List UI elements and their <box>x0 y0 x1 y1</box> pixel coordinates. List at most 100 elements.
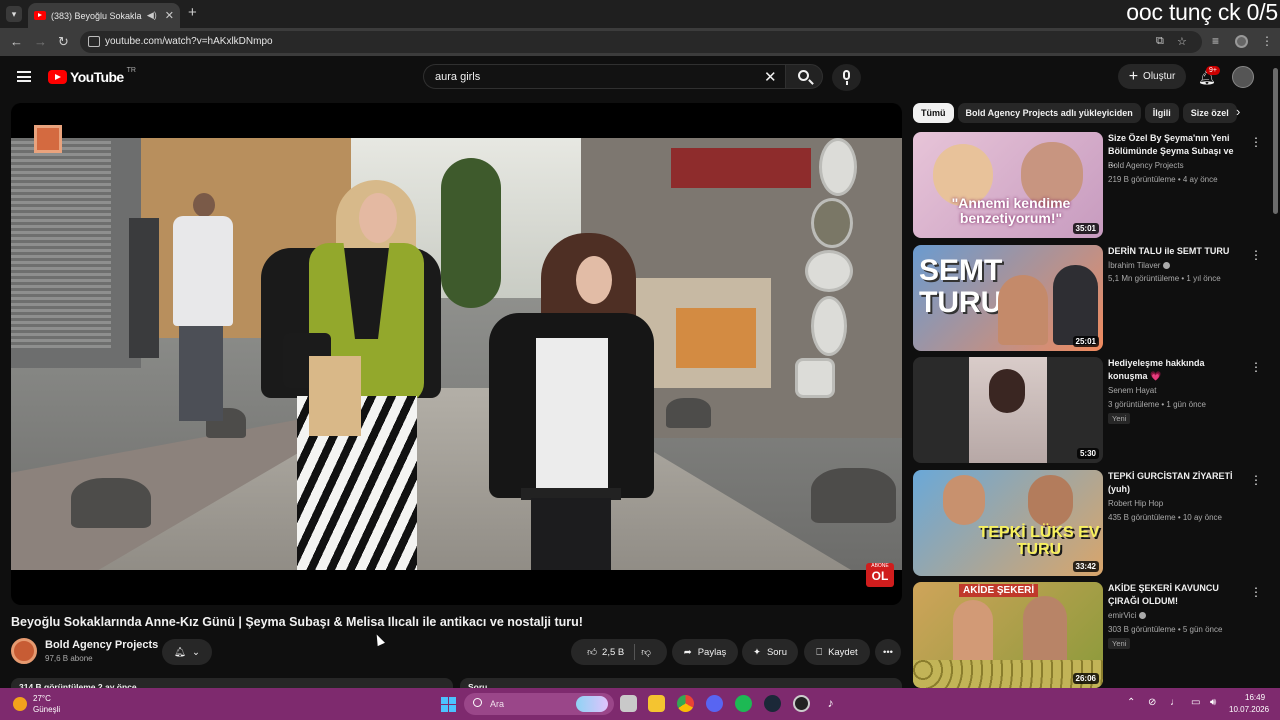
account-avatar[interactable] <box>1232 66 1254 88</box>
taskbar-search[interactable]: Ara <box>464 693 614 715</box>
speaker-icon[interactable]: ◀) <box>147 10 157 21</box>
chrome-icon[interactable] <box>677 695 694 712</box>
microphone-tray-icon[interactable]: ♩ <box>1170 697 1180 708</box>
channel-name-text: İbrahim Tilaver <box>1108 261 1161 270</box>
capcut-icon[interactable]: ♪ <box>822 695 839 712</box>
hamburger-menu-icon[interactable] <box>17 71 31 82</box>
share-button[interactable]: ➦ Paylaş <box>672 639 738 665</box>
recommendation-channel[interactable]: İbrahim Tilaver <box>1108 261 1170 270</box>
video-thumbnail[interactable]: "Annemi kendime benzetiyorum!" 35:01 <box>913 132 1103 238</box>
more-actions-button[interactable]: ••• <box>875 639 901 665</box>
discord-icon[interactable] <box>706 695 723 712</box>
save-button[interactable]: ⎕ Kaydet <box>804 639 870 665</box>
url-text: youtube.com/watch?v=hAKxlkDNmpo <box>105 36 273 47</box>
video-duration: 33:42 <box>1072 561 1099 572</box>
recommendation-item[interactable]: 5:30 Hediyeleşme hakkında konuşma 💗 Sene… <box>913 357 1263 463</box>
browser-tab-active[interactable]: (383) Beyoğlu Sokaklarında ◀) ✕ <box>28 3 180 28</box>
dislike-button[interactable]: 👎︎ <box>641 646 651 658</box>
chevron-right-icon[interactable]: › <box>1236 104 1240 119</box>
recommendation-item[interactable]: "Annemi kendime benzetiyorum!" 35:01 Siz… <box>913 132 1263 238</box>
new-badge: Yeni <box>1108 638 1131 649</box>
create-button[interactable]: + Oluştur <box>1118 64 1186 89</box>
reload-icon[interactable]: ↻ <box>58 34 69 50</box>
voice-search-button[interactable] <box>832 64 861 91</box>
recommendation-title[interactable]: AKİDE ŞEKERİ KAVUNCU ÇIRAĞI OLDUM! <box>1108 582 1243 607</box>
tab-search-chevron-icon[interactable]: ▾ <box>6 6 22 22</box>
task-view-icon[interactable] <box>620 695 637 712</box>
more-vertical-icon[interactable]: ⋮ <box>1250 473 1262 487</box>
recommendation-item[interactable]: AKİDE ŞEKERİ 26:06 AKİDE ŞEKERİ KAVUNCU … <box>913 582 1263 688</box>
more-vertical-icon[interactable]: ⋮ <box>1250 248 1262 262</box>
obs-icon[interactable] <box>793 695 810 712</box>
chip-all[interactable]: Tümü <box>913 103 954 123</box>
weather-description[interactable]: Güneşli <box>33 705 60 714</box>
video-thumbnail[interactable]: 5:30 <box>913 357 1103 463</box>
street-bollard <box>666 398 711 428</box>
volume-icon[interactable]: 🔊︎ <box>1210 697 1216 708</box>
recommendation-channel[interactable]: Robert Hip Hop <box>1108 499 1163 508</box>
microphone-icon <box>843 70 850 80</box>
spotify-icon[interactable] <box>735 695 752 712</box>
sun-icon[interactable] <box>13 697 27 711</box>
file-explorer-icon[interactable] <box>648 695 665 712</box>
recommendation-title[interactable]: TEPKİ GURCİSTAN ZİYARETİ (yuh) <box>1108 470 1243 495</box>
search-icon <box>473 698 482 707</box>
windows-start-icon[interactable] <box>441 697 456 712</box>
recommendation-channel[interactable]: Bold Agency Projects <box>1108 161 1184 170</box>
ask-button[interactable]: ✦ Soru <box>742 639 798 665</box>
steam-icon[interactable] <box>764 695 781 712</box>
more-vertical-icon[interactable]: ⋮ <box>1250 360 1262 374</box>
site-info-icon[interactable] <box>88 36 100 47</box>
video-player[interactable]: ABONE OL <box>11 103 902 605</box>
recommendation-item[interactable]: SEMT TURU 25:01 DERİN TALU ile SEMT TURU… <box>913 245 1263 351</box>
search-button[interactable] <box>785 64 823 89</box>
clock-time[interactable]: 16:49 <box>1245 693 1265 702</box>
recommendation-item[interactable]: TEPKİ LÜKS EV TURU 33:42 TEPKİ GURCİSTAN… <box>913 470 1263 576</box>
video-thumbnail[interactable]: SEMT TURU 25:01 <box>913 245 1103 351</box>
clear-search-icon[interactable]: ✕ <box>764 68 777 86</box>
tab-close-icon[interactable]: ✕ <box>165 9 174 22</box>
display-icon[interactable]: ▭ <box>1191 697 1200 708</box>
recommendation-title[interactable]: DERİN TALU ile SEMT TURU <box>1108 245 1243 258</box>
network-off-icon[interactable]: ⊘ <box>1148 697 1156 708</box>
video-thumbnail[interactable]: TEPKİ LÜKS EV TURU 33:42 <box>913 470 1103 576</box>
bookmark-star-icon[interactable]: ☆ <box>1177 35 1187 48</box>
tray-chevron-up-icon[interactable]: ⌃ <box>1127 697 1135 708</box>
back-arrow-icon[interactable]: ← <box>10 34 23 49</box>
browser-profile-icon[interactable] <box>1235 35 1248 48</box>
address-bar[interactable]: youtube.com/watch?v=hAKxlkDNmpo ⧉ ☆ <box>80 31 1202 53</box>
video-thumbnail[interactable]: AKİDE ŞEKERİ 26:06 <box>913 582 1103 688</box>
install-app-icon[interactable]: ⧉ <box>1156 35 1164 48</box>
thumbnail-face <box>943 475 985 525</box>
sparkle-icon: ✦ <box>752 646 761 658</box>
forward-arrow-icon[interactable]: → <box>34 34 47 49</box>
more-vertical-icon[interactable]: ⋮ <box>1250 135 1262 149</box>
chevron-down-icon: ⌄ <box>192 646 201 658</box>
more-vertical-icon[interactable]: ⋮ <box>1250 585 1262 599</box>
thumbnail-face <box>998 275 1048 345</box>
recommendation-title[interactable]: Hediyeleşme hakkında konuşma 💗 <box>1108 357 1243 382</box>
browser-menu-icon[interactable]: ⋮ <box>1261 34 1273 48</box>
browser-tab-bar: ▾ (383) Beyoğlu Sokaklarında ◀) ✕ + ooc … <box>0 0 1280 28</box>
video-frame[interactable] <box>11 138 902 570</box>
like-button[interactable]: 👍︎ 2,5 B <box>587 644 636 660</box>
subscribe-watermark-big-text: OL <box>871 569 889 583</box>
search-input[interactable]: aura girls ✕ <box>423 64 785 89</box>
chip-from-uploader[interactable]: Bold Agency Projects adlı yükleyiciden <box>957 103 1141 123</box>
subscribe-watermark[interactable]: ABONE OL <box>866 563 894 587</box>
weather-temperature[interactable]: 27°C <box>33 694 51 703</box>
recommendation-channel[interactable]: emirVici <box>1108 611 1146 620</box>
chip-related[interactable]: İlgili <box>1144 103 1179 123</box>
channel-name[interactable]: Bold Agency Projects <box>45 639 158 651</box>
clock-date[interactable]: 10.07.2026 <box>1229 705 1269 714</box>
new-tab-icon[interactable]: + <box>188 4 197 21</box>
media-control-icon[interactable]: ≡ <box>1212 34 1219 48</box>
channel-avatar[interactable] <box>11 638 37 664</box>
chip-for-you[interactable]: Size özel <box>1182 103 1237 123</box>
mirror <box>805 250 853 292</box>
youtube-logo[interactable]: YouTube TR <box>48 67 136 85</box>
recommendation-channel[interactable]: Senem Hayat <box>1108 386 1156 395</box>
scrollbar-thumb[interactable] <box>1273 68 1278 214</box>
thumbs-up-icon: 👍︎ <box>587 647 598 658</box>
subscription-bell-button[interactable]: 🔔︎ ⌄ <box>162 639 212 665</box>
